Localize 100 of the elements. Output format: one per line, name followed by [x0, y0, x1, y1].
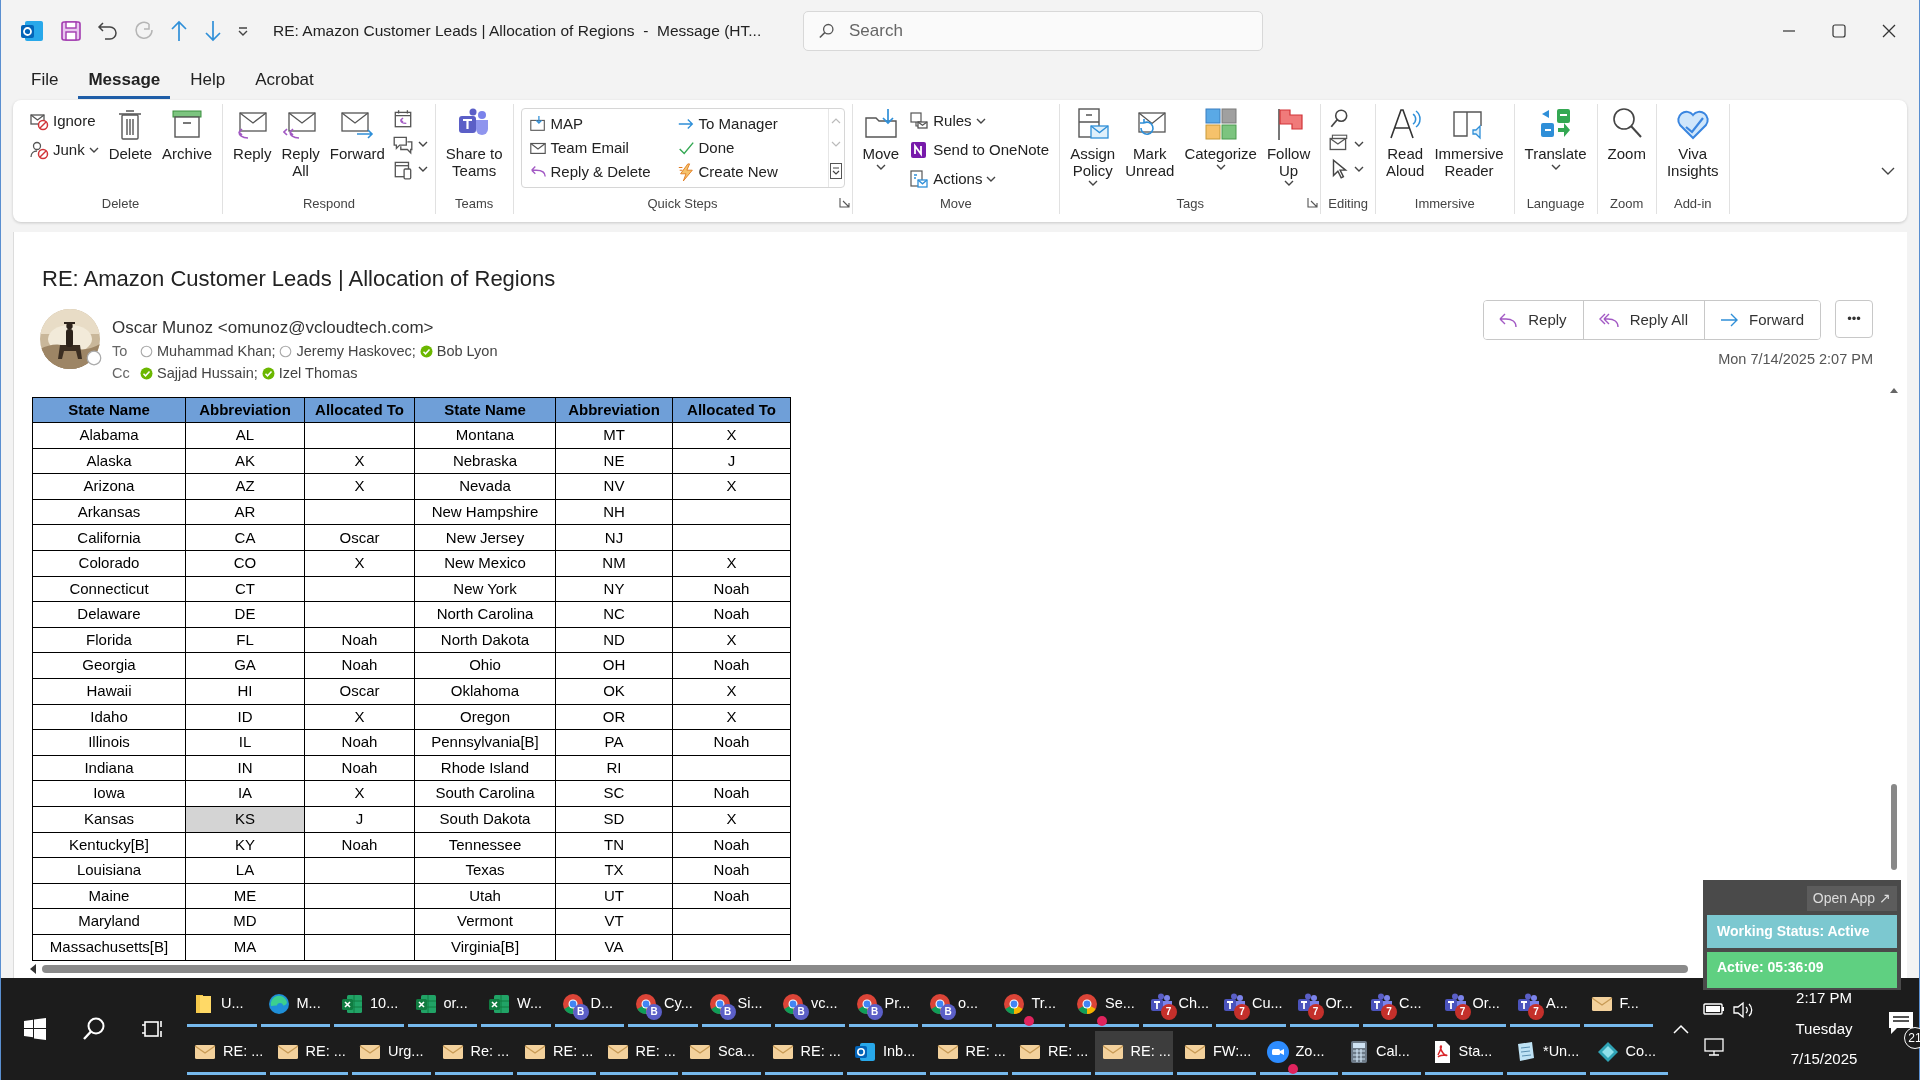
down-arrow-icon[interactable] — [203, 20, 223, 42]
ribbon-button[interactable]: Follow Up — [1263, 104, 1314, 193]
ribbon-button[interactable]: Zoom — [1604, 104, 1649, 165]
quick-step[interactable]: To Manager — [673, 112, 824, 136]
customize-caret-icon[interactable] — [237, 25, 249, 37]
taskbar-button[interactable]: B D... — [554, 983, 624, 1027]
taskbar-button[interactable]: B vc... — [775, 983, 845, 1027]
quick-step[interactable]: Reply & Delete — [525, 160, 674, 184]
taskbar-button[interactable]: B o... — [922, 983, 992, 1027]
taskbar-button[interactable]: RE: ... — [764, 1031, 843, 1075]
ribbon-button[interactable]: Delete — [105, 104, 156, 165]
taskbar-button[interactable]: 7 C... — [1363, 983, 1433, 1027]
horizontal-scrollbar[interactable] — [28, 962, 1688, 976]
clock-date[interactable]: 7/15/2025 — [1790, 1048, 1858, 1071]
taskbar-button[interactable]: 7 Cu... — [1216, 983, 1286, 1027]
message-action-button[interactable]: Reply — [1484, 301, 1584, 339]
taskbar-button[interactable]: Se... — [1069, 983, 1139, 1027]
taskbar-button[interactable]: 10... — [334, 983, 404, 1027]
gallery-more-icon[interactable] — [830, 163, 843, 180]
taskbar-button[interactable]: M... — [260, 983, 330, 1027]
taskbar-button[interactable]: RE: ... — [599, 1031, 678, 1075]
sender-name[interactable]: Oscar Munoz <omunoz@vcloudtech.com> — [112, 315, 498, 341]
ribbon-button[interactable]: Forward — [326, 104, 388, 165]
open-app-button[interactable]: Open App ↗ — [1806, 886, 1897, 911]
search-field[interactable]: Search — [803, 11, 1264, 51]
ribbon-button[interactable]: Actions — [906, 166, 1053, 192]
taskbar-button[interactable]: RE: ... — [187, 1031, 266, 1075]
taskbar-button[interactable]: F... — [1583, 983, 1653, 1027]
ribbon-button[interactable]: Share to Teams — [442, 104, 506, 181]
taskbar-button[interactable]: 7 Ch... — [1142, 983, 1212, 1027]
ribbon-button[interactable]: Rules — [906, 108, 1053, 134]
taskbar-button[interactable]: W... — [481, 983, 551, 1027]
taskbar-button[interactable]: 7 A... — [1510, 983, 1580, 1027]
recipient-name[interactable]: Muhammad Khan; — [157, 340, 276, 363]
taskbar-button[interactable]: Sta... — [1424, 1031, 1503, 1075]
ribbon-button[interactable]: Reply — [230, 104, 275, 165]
battery-icon[interactable] — [1702, 1001, 1726, 1017]
up-arrow-icon[interactable] — [169, 20, 189, 42]
quick-step[interactable]: Done — [673, 136, 824, 160]
ribbon-button[interactable]: Immersive Reader — [1431, 104, 1507, 181]
quick-step[interactable]: Team Email — [525, 136, 674, 160]
start-icon[interactable] — [23, 1017, 47, 1041]
taskbar-button[interactable]: U... — [187, 983, 257, 1027]
taskbar-button[interactable]: FW:... — [1177, 1031, 1256, 1075]
taskbar-button[interactable]: Co... — [1589, 1031, 1668, 1075]
mail-app-icon[interactable] — [19, 18, 45, 44]
taskbar-button[interactable]: Re: ... — [434, 1031, 513, 1075]
chevron-up-icon[interactable] — [1672, 1023, 1690, 1035]
undo-icon[interactable] — [97, 20, 119, 42]
maximize-icon[interactable] — [1831, 23, 1847, 39]
ribbon-button[interactable]: Assign Policy — [1067, 104, 1119, 193]
ribbon-button[interactable]: Move — [859, 104, 903, 177]
taskbar-button[interactable]: 7 Or... — [1436, 983, 1506, 1027]
taskbar-button[interactable]: Sca... — [682, 1031, 761, 1075]
clock-day[interactable]: Tuesday — [1795, 1017, 1853, 1041]
recipient-name[interactable]: Sajjad Hussain; — [157, 362, 258, 385]
ribbon-button[interactable]: Viva Insights — [1663, 104, 1722, 181]
ribbon-button[interactable]: Archive — [159, 104, 216, 165]
taskbar-button[interactable]: Inb... — [847, 1031, 926, 1075]
taskbar-button[interactable]: RE: ... — [1012, 1031, 1091, 1075]
ribbon-button[interactable]: Read Aloud — [1383, 104, 1428, 181]
taskbar-button[interactable]: Tr... — [995, 983, 1065, 1027]
taskbar-button[interactable]: RE: ... — [929, 1031, 1008, 1075]
taskbar-button[interactable]: B Cy... — [628, 983, 698, 1027]
dialog-launcher-icon[interactable] — [838, 197, 850, 209]
menu-tab[interactable]: Acrobat — [245, 62, 324, 100]
clock-time[interactable]: 2:17 PM — [1796, 987, 1852, 1010]
recipient-name[interactable]: Izel Thomas — [278, 362, 358, 385]
quick-step[interactable]: Create New — [673, 160, 824, 184]
taskbar-button[interactable]: RE: ... — [517, 1031, 596, 1075]
chevron-down-icon[interactable] — [1881, 165, 1895, 176]
search-input[interactable]: Search — [847, 17, 1249, 45]
taskbar-button[interactable]: *Un... — [1507, 1031, 1586, 1075]
taskbar-button[interactable]: Zo... — [1259, 1031, 1338, 1075]
more-options-button[interactable]: ••• — [1835, 300, 1873, 338]
ribbon-button[interactable]: Send to OneNote — [906, 137, 1053, 163]
network-icon[interactable] — [1702, 1037, 1726, 1057]
taskbar-button[interactable]: 7 Or... — [1289, 983, 1359, 1027]
taskbar-button[interactable]: RE: ... — [269, 1031, 348, 1075]
taskbar-button[interactable]: RE: ... — [1094, 1031, 1173, 1075]
ribbon-button[interactable]: Reply All — [278, 104, 323, 181]
recipient-name[interactable]: Bob Lyon — [436, 340, 498, 363]
save-icon[interactable] — [59, 19, 83, 43]
taskbar-button[interactable]: or... — [407, 983, 477, 1027]
quick-step[interactable]: MAP — [525, 112, 674, 136]
dialog-launcher-icon[interactable] — [1307, 197, 1319, 209]
ribbon-button[interactable]: Mark Unread — [1122, 104, 1178, 181]
close-icon[interactable] — [1881, 23, 1897, 39]
ribbon-button[interactable]: Translate — [1521, 104, 1590, 177]
taskbar-button[interactable]: B Pr... — [848, 983, 918, 1027]
taskbar-button[interactable]: Urg... — [352, 1031, 431, 1075]
ribbon-button[interactable]: Junk — [26, 137, 102, 163]
recipient-name[interactable]: Jeremy Haskovec; — [296, 340, 416, 363]
taskbar-button[interactable]: Cal... — [1342, 1031, 1421, 1075]
ribbon-button[interactable]: Ignore — [26, 108, 102, 134]
menu-tab[interactable]: File — [21, 62, 69, 100]
taskbar-button[interactable]: B Si... — [701, 983, 771, 1027]
search-icon[interactable] — [81, 1016, 107, 1042]
menu-tab[interactable]: Help — [180, 62, 236, 100]
ribbon-button[interactable]: Categorize — [1181, 104, 1260, 177]
